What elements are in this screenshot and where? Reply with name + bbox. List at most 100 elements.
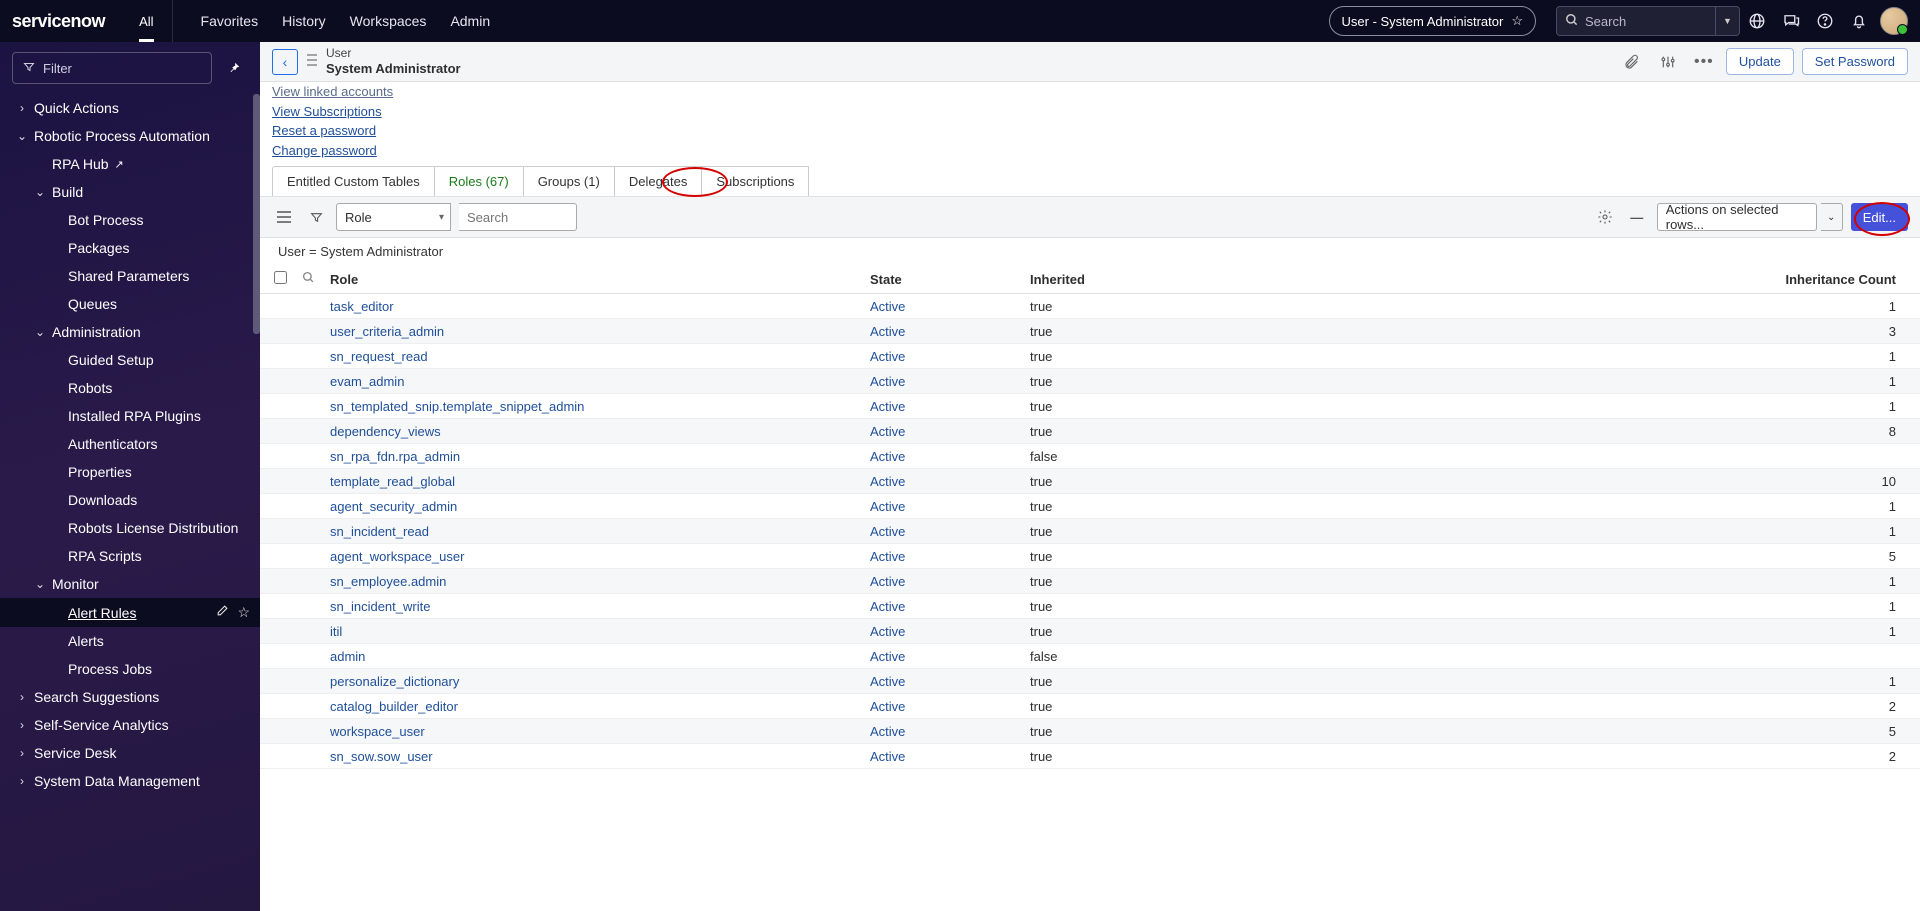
table-row[interactable]: sn_request_readActivetrue1	[260, 344, 1920, 369]
nav-item[interactable]: Bot Process	[0, 206, 260, 234]
nav-item[interactable]: ›Quick Actions	[0, 94, 260, 122]
attachment-icon[interactable]	[1618, 48, 1646, 76]
nav-item[interactable]: Queues	[0, 290, 260, 318]
nav-item[interactable]: Guided Setup	[0, 346, 260, 374]
star-outline-icon[interactable]: ☆	[237, 604, 250, 621]
role-link[interactable]: catalog_builder_editor	[330, 699, 458, 714]
tab-subscriptions[interactable]: Subscriptions	[701, 166, 809, 197]
nav-admin[interactable]: Admin	[438, 0, 502, 42]
state-cell[interactable]: Active	[862, 694, 1022, 719]
role-link[interactable]: itil	[330, 624, 342, 639]
table-row[interactable]: sn_rpa_fdn.rpa_adminActivefalse	[260, 444, 1920, 469]
state-cell[interactable]: Active	[862, 419, 1022, 444]
nav-item[interactable]: ⌄Monitor	[0, 570, 260, 598]
more-icon[interactable]: •••	[1690, 48, 1718, 76]
collapse-icon[interactable]: —	[1625, 205, 1649, 229]
table-row[interactable]: dependency_viewsActivetrue8	[260, 419, 1920, 444]
state-cell[interactable]: Active	[862, 544, 1022, 569]
role-link[interactable]: sn_employee.admin	[330, 574, 446, 589]
role-link[interactable]: personalize_dictionary	[330, 674, 459, 689]
table-row[interactable]: evam_adminActivetrue1	[260, 369, 1920, 394]
table-row[interactable]: personalize_dictionaryActivetrue1	[260, 669, 1920, 694]
state-cell[interactable]: Active	[862, 369, 1022, 394]
nav-item[interactable]: Alerts	[0, 627, 260, 655]
role-link[interactable]: sn_request_read	[330, 349, 428, 364]
nav-item[interactable]: Alert Rules☆	[0, 598, 260, 627]
role-link[interactable]: sn_rpa_fdn.rpa_admin	[330, 449, 460, 464]
state-cell[interactable]: Active	[862, 594, 1022, 619]
table-row[interactable]: catalog_builder_editorActivetrue2	[260, 694, 1920, 719]
logo[interactable]: servicenow	[12, 11, 105, 32]
globe-icon[interactable]	[1740, 4, 1774, 38]
table-row[interactable]: sn_templated_snip.template_snippet_admin…	[260, 394, 1920, 419]
avatar[interactable]	[1880, 7, 1908, 35]
nav-item[interactable]: ⌄Robotic Process Automation	[0, 122, 260, 150]
nav-item[interactable]: Packages	[0, 234, 260, 262]
table-row[interactable]: user_criteria_adminActivetrue3	[260, 319, 1920, 344]
table-row[interactable]: task_editorActivetrue1	[260, 294, 1920, 319]
role-link[interactable]: task_editor	[330, 299, 394, 314]
table-row[interactable]: agent_workspace_userActivetrue5	[260, 544, 1920, 569]
personalize-icon[interactable]	[1654, 48, 1682, 76]
edit-icon[interactable]	[216, 604, 229, 621]
state-cell[interactable]: Active	[862, 669, 1022, 694]
role-link[interactable]: evam_admin	[330, 374, 404, 389]
table-row[interactable]: sn_incident_writeActivetrue1	[260, 594, 1920, 619]
nav-item[interactable]: Installed RPA Plugins	[0, 402, 260, 430]
role-link[interactable]: user_criteria_admin	[330, 324, 444, 339]
list-filter-icon[interactable]	[304, 205, 328, 229]
actions-select[interactable]: Actions on selected rows...	[1657, 203, 1817, 231]
role-link[interactable]: sn_incident_read	[330, 524, 429, 539]
role-link[interactable]: sn_templated_snip.template_snippet_admin	[330, 399, 584, 414]
nav-history[interactable]: History	[270, 0, 338, 42]
nav-item[interactable]: Authenticators	[0, 430, 260, 458]
chat-icon[interactable]	[1774, 4, 1808, 38]
global-search[interactable]: Search	[1556, 6, 1716, 36]
search-dropdown[interactable]: ▼	[1716, 6, 1740, 36]
role-link[interactable]: sn_sow.sow_user	[330, 749, 433, 764]
link-view-subscriptions[interactable]: View Subscriptions	[272, 102, 382, 122]
nav-favorites[interactable]: Favorites	[189, 0, 271, 42]
state-cell[interactable]: Active	[862, 744, 1022, 769]
role-link[interactable]: workspace_user	[330, 724, 425, 739]
list-search-input[interactable]	[459, 203, 577, 231]
nav-item[interactable]: RPA Hub↗	[0, 150, 260, 178]
nav-item[interactable]: ⌄Build	[0, 178, 260, 206]
nav-item[interactable]: ›Self-Service Analytics	[0, 711, 260, 739]
state-cell[interactable]: Active	[862, 394, 1022, 419]
table-row[interactable]: sn_sow.sow_userActivetrue2	[260, 744, 1920, 769]
table-row[interactable]: sn_incident_readActivetrue1	[260, 519, 1920, 544]
nav-filter[interactable]: Filter	[12, 52, 212, 84]
nav-item[interactable]: ›Search Suggestions	[0, 683, 260, 711]
tab-delegates[interactable]: Delegates	[614, 166, 703, 197]
drag-icon[interactable]	[306, 53, 318, 70]
table-row[interactable]: workspace_userActivetrue5	[260, 719, 1920, 744]
help-icon[interactable]	[1808, 4, 1842, 38]
nav-item[interactable]: Properties	[0, 458, 260, 486]
col-state[interactable]: State	[862, 265, 1022, 294]
search-column-icon[interactable]	[302, 273, 315, 287]
set-password-button[interactable]: Set Password	[1802, 48, 1908, 75]
nav-item[interactable]: RPA Scripts	[0, 542, 260, 570]
search-field-select[interactable]: Role	[336, 203, 451, 231]
pin-icon[interactable]	[220, 54, 248, 82]
all-tab[interactable]: All	[129, 0, 163, 42]
table-row[interactable]: adminActivefalse	[260, 644, 1920, 669]
table-row[interactable]: itilActivetrue1	[260, 619, 1920, 644]
table-row[interactable]: agent_security_adminActivetrue1	[260, 494, 1920, 519]
role-link[interactable]: agent_workspace_user	[330, 549, 464, 564]
tab-roles[interactable]: Roles (67)	[434, 166, 524, 197]
state-cell[interactable]: Active	[862, 469, 1022, 494]
nav-item[interactable]: ⌄Administration	[0, 318, 260, 346]
col-inherited[interactable]: Inherited	[1022, 265, 1222, 294]
list-menu-icon[interactable]	[272, 205, 296, 229]
bell-icon[interactable]	[1842, 4, 1876, 38]
state-cell[interactable]: Active	[862, 444, 1022, 469]
role-link[interactable]: dependency_views	[330, 424, 441, 439]
nav-item[interactable]: Shared Parameters	[0, 262, 260, 290]
state-cell[interactable]: Active	[862, 294, 1022, 319]
nav-item[interactable]: Robots	[0, 374, 260, 402]
nav-item[interactable]: ›System Data Management	[0, 767, 260, 795]
role-link[interactable]: template_read_global	[330, 474, 455, 489]
table-row[interactable]: template_read_globalActivetrue10	[260, 469, 1920, 494]
